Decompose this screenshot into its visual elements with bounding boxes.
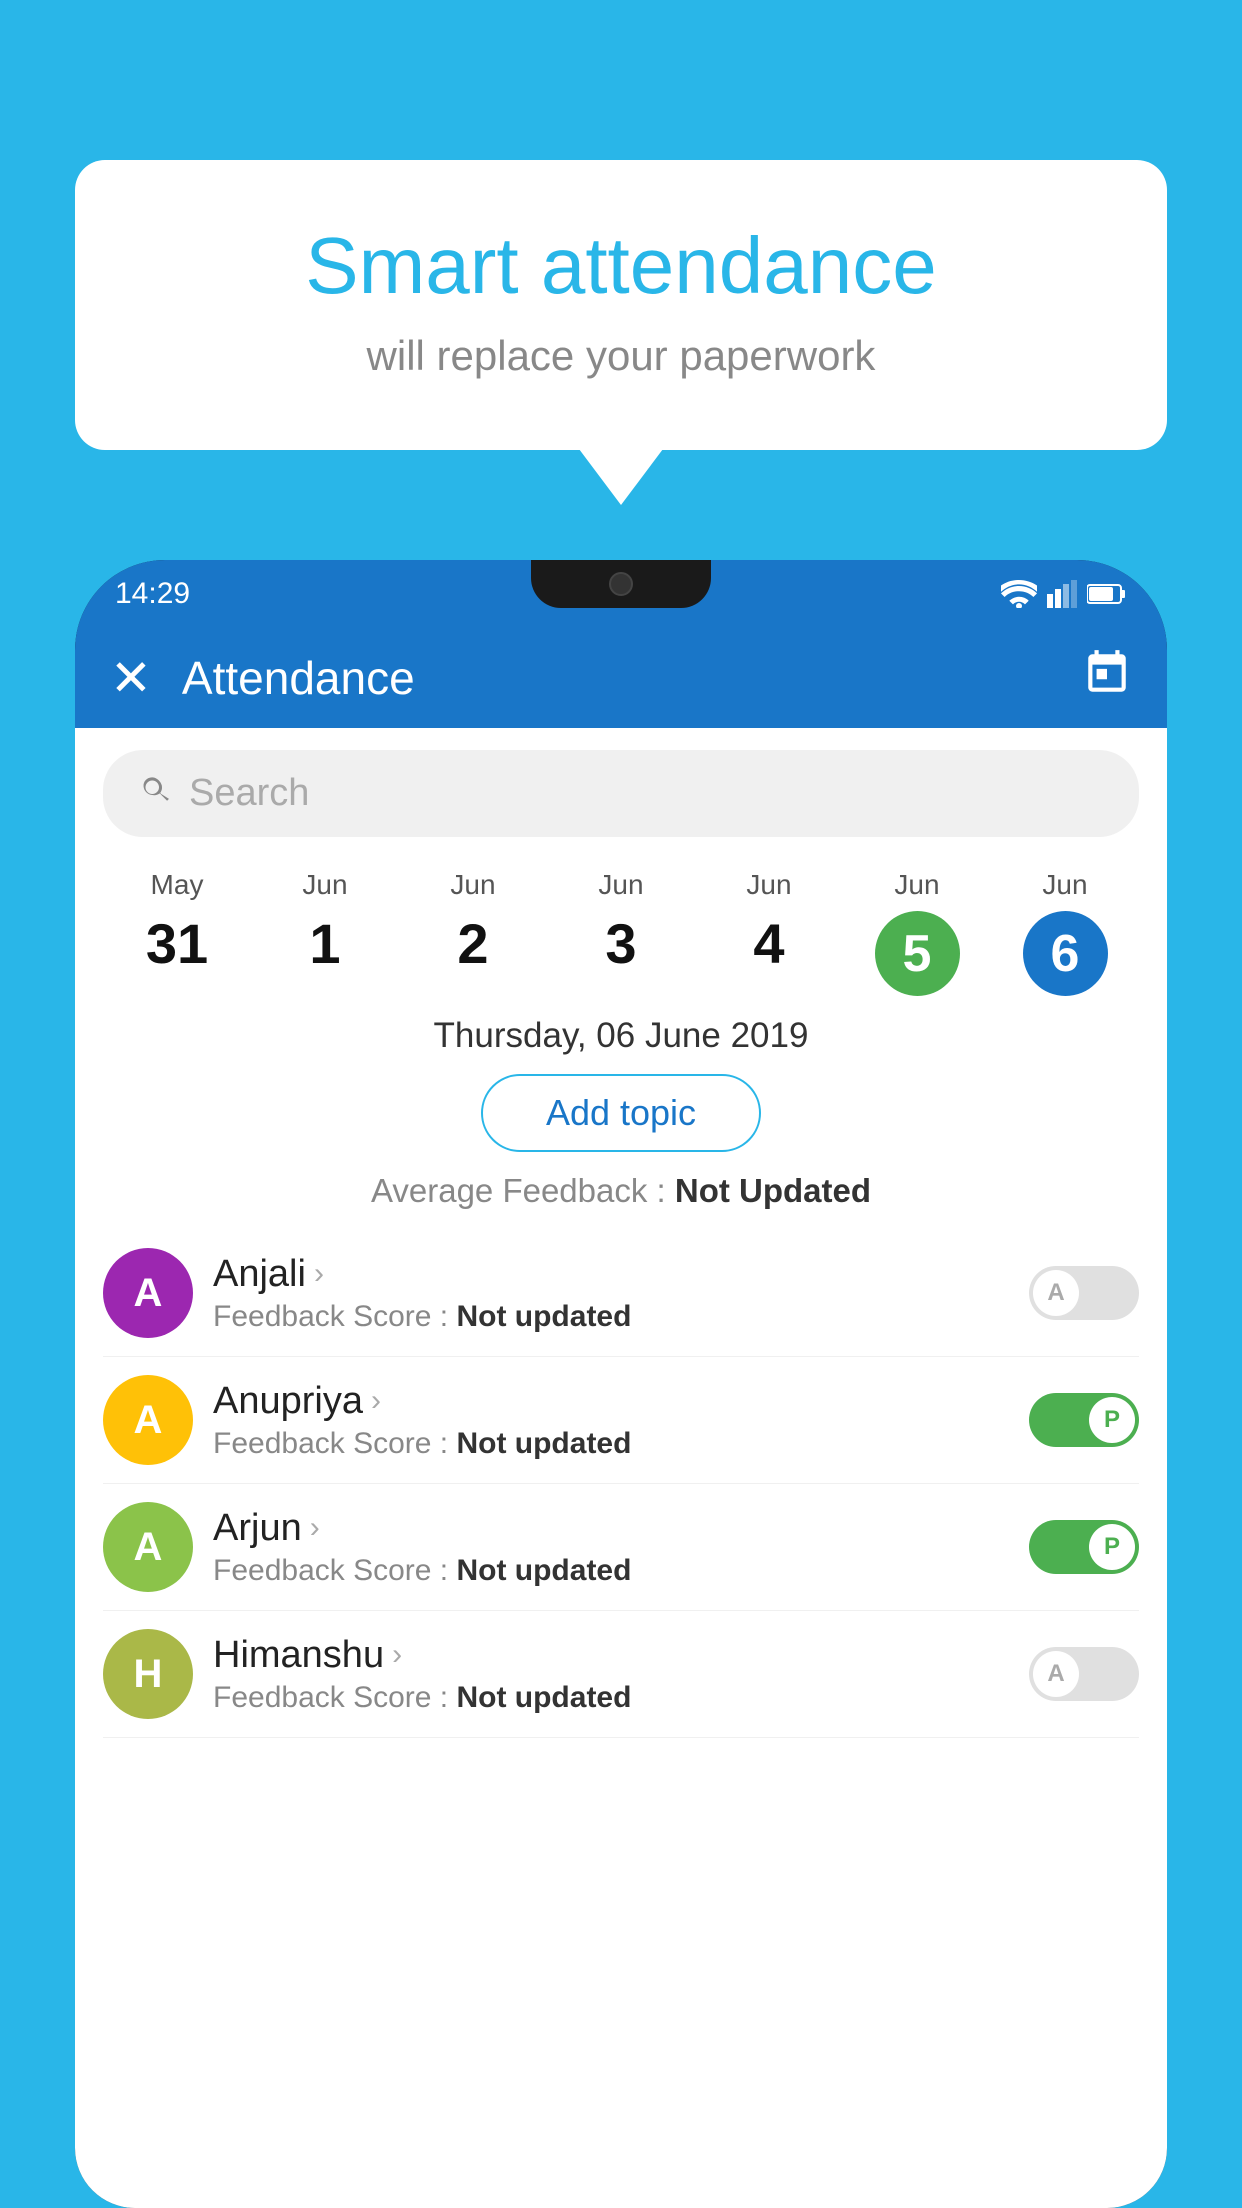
date-month-7: Jun: [1042, 869, 1087, 901]
feedback-arjun: Feedback Score : Not updated: [213, 1554, 1009, 1588]
calendar-icon[interactable]: [1082, 648, 1132, 709]
bubble-title: Smart attendance: [155, 220, 1087, 312]
wifi-icon: [1001, 580, 1037, 608]
toggle-arjun[interactable]: P: [1029, 1520, 1139, 1574]
date-col-may31[interactable]: May 31: [103, 859, 251, 1006]
student-row-anupriya[interactable]: A Anupriya › Feedback Score : Not update…: [103, 1357, 1139, 1484]
camera: [609, 572, 633, 596]
date-col-jun2[interactable]: Jun 2: [399, 859, 547, 1006]
student-info-anjali: Anjali › Feedback Score : Not updated: [213, 1253, 1009, 1334]
feedback-anupriya: Feedback Score : Not updated: [213, 1427, 1009, 1461]
chevron-arjun: ›: [310, 1511, 320, 1545]
date-col-jun4[interactable]: Jun 4: [695, 859, 843, 1006]
student-row-himanshu[interactable]: H Himanshu › Feedback Score : Not update…: [103, 1611, 1139, 1738]
date-month-5: Jun: [746, 869, 791, 901]
student-name-arjun: Arjun ›: [213, 1507, 1009, 1550]
avatar-anupriya: A: [103, 1375, 193, 1465]
date-col-jun1[interactable]: Jun 1: [251, 859, 399, 1006]
phone-frame: 14:29 ✕ Attendance: [75, 560, 1167, 2208]
avatar-himanshu: H: [103, 1629, 193, 1719]
chevron-anjali: ›: [314, 1257, 324, 1291]
date-day-1: 31: [146, 911, 208, 976]
avg-feedback-value: Not Updated: [675, 1172, 871, 1209]
add-topic-button[interactable]: Add topic: [481, 1074, 761, 1152]
student-row-anjali[interactable]: A Anjali › Feedback Score : Not updated …: [103, 1230, 1139, 1357]
date-month-3: Jun: [450, 869, 495, 901]
selected-date-label: Thursday, 06 June 2019: [75, 1016, 1167, 1056]
student-info-arjun: Arjun › Feedback Score : Not updated: [213, 1507, 1009, 1588]
avg-feedback-label: Average Feedback :: [371, 1172, 675, 1209]
student-name-anjali: Anjali ›: [213, 1253, 1009, 1296]
feedback-anjali: Feedback Score : Not updated: [213, 1300, 1009, 1334]
avatar-arjun: A: [103, 1502, 193, 1592]
date-day-2: 1: [309, 911, 340, 976]
date-col-jun5[interactable]: Jun 5: [843, 859, 991, 1006]
chevron-himanshu: ›: [392, 1638, 402, 1672]
speech-bubble: Smart attendance will replace your paper…: [75, 160, 1167, 450]
chevron-anupriya: ›: [371, 1384, 381, 1418]
date-month-2: Jun: [302, 869, 347, 901]
student-info-himanshu: Himanshu › Feedback Score : Not updated: [213, 1634, 1009, 1715]
status-time: 14:29: [115, 577, 190, 611]
search-icon: [138, 773, 174, 814]
toggle-anupriya[interactable]: P: [1029, 1393, 1139, 1447]
search-bar[interactable]: Search: [103, 750, 1139, 837]
search-placeholder: Search: [189, 772, 309, 815]
feedback-himanshu: Feedback Score : Not updated: [213, 1681, 1009, 1715]
battery-icon: [1087, 583, 1127, 605]
date-day-4: 3: [605, 911, 636, 976]
add-topic-label: Add topic: [546, 1092, 696, 1134]
app-bar: ✕ Attendance: [75, 628, 1167, 728]
student-row-arjun[interactable]: A Arjun › Feedback Score : Not updated P: [103, 1484, 1139, 1611]
app-bar-title: Attendance: [182, 651, 1082, 705]
student-list: A Anjali › Feedback Score : Not updated …: [75, 1230, 1167, 1738]
date-col-jun3[interactable]: Jun 3: [547, 859, 695, 1006]
student-info-anupriya: Anupriya › Feedback Score : Not updated: [213, 1380, 1009, 1461]
date-month-1: May: [151, 869, 204, 901]
toggle-knob-himanshu: A: [1033, 1651, 1079, 1697]
signal-icon: [1047, 580, 1077, 608]
date-col-jun6[interactable]: Jun 6: [991, 859, 1139, 1006]
toggle-knob-arjun: P: [1089, 1524, 1135, 1570]
status-icons: [1001, 580, 1127, 608]
date-month-6: Jun: [894, 869, 939, 901]
toggle-knob-anjali: A: [1033, 1270, 1079, 1316]
student-name-anupriya: Anupriya ›: [213, 1380, 1009, 1423]
close-button[interactable]: ✕: [110, 649, 152, 707]
date-strip: May 31 Jun 1 Jun 2 Jun 3 Jun 4 Jun 5: [75, 859, 1167, 1006]
student-name-himanshu: Himanshu ›: [213, 1634, 1009, 1677]
toggle-anjali[interactable]: A: [1029, 1266, 1139, 1320]
avg-feedback: Average Feedback : Not Updated: [75, 1172, 1167, 1210]
phone-screen: Search May 31 Jun 1 Jun 2 Jun 3 Jun 4: [75, 728, 1167, 2208]
toggle-himanshu[interactable]: A: [1029, 1647, 1139, 1701]
date-day-3: 2: [457, 911, 488, 976]
avatar-anjali: A: [103, 1248, 193, 1338]
phone-notch: [531, 560, 711, 608]
date-circle-green: 5: [875, 911, 960, 996]
date-circle-blue: 6: [1023, 911, 1108, 996]
bubble-subtitle: will replace your paperwork: [155, 332, 1087, 380]
date-month-4: Jun: [598, 869, 643, 901]
toggle-knob-anupriya: P: [1089, 1397, 1135, 1443]
date-day-5: 4: [753, 911, 784, 976]
